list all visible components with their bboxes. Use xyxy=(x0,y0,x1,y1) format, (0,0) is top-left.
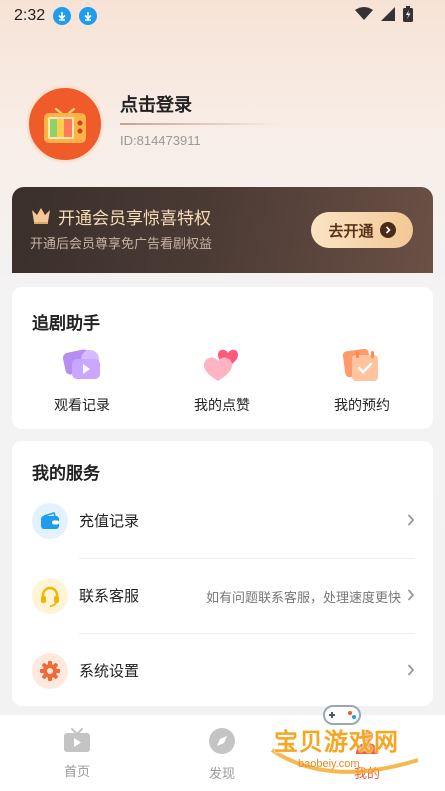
service-row-support[interactable]: 联系客服 如有问题联系客服，处理速度更快 xyxy=(12,559,433,633)
helper-item-history[interactable]: 观看记录 xyxy=(22,345,142,415)
my-services-card: 我的服务 充值记录 联系客服 如有问题联系客服，处理速度更快 系统设置 xyxy=(12,441,433,706)
helper-item-reservations[interactable]: 我的预约 xyxy=(302,345,422,415)
login-link[interactable]: 点击登录 xyxy=(120,91,192,117)
chevron-right-icon xyxy=(407,589,415,601)
download-icon xyxy=(53,7,72,25)
signal-icon xyxy=(381,7,395,21)
service-label: 联系客服 xyxy=(79,587,140,605)
helper-item-likes[interactable]: 我的点赞 xyxy=(162,345,282,415)
helper-item-label: 我的点赞 xyxy=(194,398,250,414)
helper-item-label: 我的预约 xyxy=(334,398,390,414)
status-indicators xyxy=(355,6,413,22)
avatar[interactable] xyxy=(26,85,104,163)
tab-discover[interactable]: 发现 xyxy=(182,727,262,782)
service-label: 充值记录 xyxy=(79,512,140,530)
watermark-text: 宝贝游戏网 xyxy=(274,728,399,756)
tab-label: 发现 xyxy=(208,767,235,782)
vip-title: 开通会员享惊喜特权 xyxy=(58,209,211,229)
wifi-icon xyxy=(355,7,373,20)
battery-icon xyxy=(403,6,413,22)
status-time: 2:32 xyxy=(14,7,46,24)
tv-avatar-icon xyxy=(44,107,86,143)
headset-icon xyxy=(32,578,68,614)
tab-home[interactable]: 首页 xyxy=(37,727,117,780)
chevron-right-icon xyxy=(407,664,415,676)
profile-section[interactable]: 点击登录 ID:814473911 xyxy=(26,85,421,165)
login-underline xyxy=(120,123,280,125)
tv-icon xyxy=(64,728,90,752)
services-title: 我的服务 xyxy=(32,464,100,484)
watermark: 宝贝游戏网 baobeiy.com xyxy=(268,700,438,788)
hearts-icon xyxy=(200,345,244,385)
gear-icon xyxy=(32,653,68,689)
service-row-recharge[interactable]: 充值记录 xyxy=(12,484,433,558)
vip-banner[interactable]: 开通会员享惊喜特权 开通后会员尊享免广告看剧权益 去开通 xyxy=(12,187,433,273)
calendar-check-icon xyxy=(340,345,384,385)
helper-title: 追剧助手 xyxy=(32,314,100,334)
service-hint: 如有问题联系客服，处理速度更快 xyxy=(205,591,401,606)
download-icon xyxy=(79,7,98,25)
status-bar: 2:32 xyxy=(0,0,445,32)
chevron-right-icon xyxy=(379,222,396,238)
wallet-icon xyxy=(32,503,68,539)
user-id: ID:814473911 xyxy=(120,133,201,148)
history-icon xyxy=(60,345,104,385)
watermark-url: baobeiy.com xyxy=(298,758,360,770)
vip-open-button[interactable]: 去开通 xyxy=(311,212,413,248)
drama-helper-card: 追剧助手 观看记录 我的点赞 我的预约 xyxy=(12,287,433,429)
compass-icon xyxy=(209,728,235,754)
crown-icon xyxy=(32,208,50,224)
service-label: 系统设置 xyxy=(79,662,140,680)
helper-item-label: 观看记录 xyxy=(54,398,110,414)
chevron-right-icon xyxy=(407,514,415,526)
tab-label: 首页 xyxy=(63,765,90,780)
vip-open-label: 去开通 xyxy=(328,221,374,240)
vip-subtitle: 开通后会员尊享免广告看剧权益 xyxy=(30,237,213,252)
service-row-settings[interactable]: 系统设置 xyxy=(12,634,433,708)
